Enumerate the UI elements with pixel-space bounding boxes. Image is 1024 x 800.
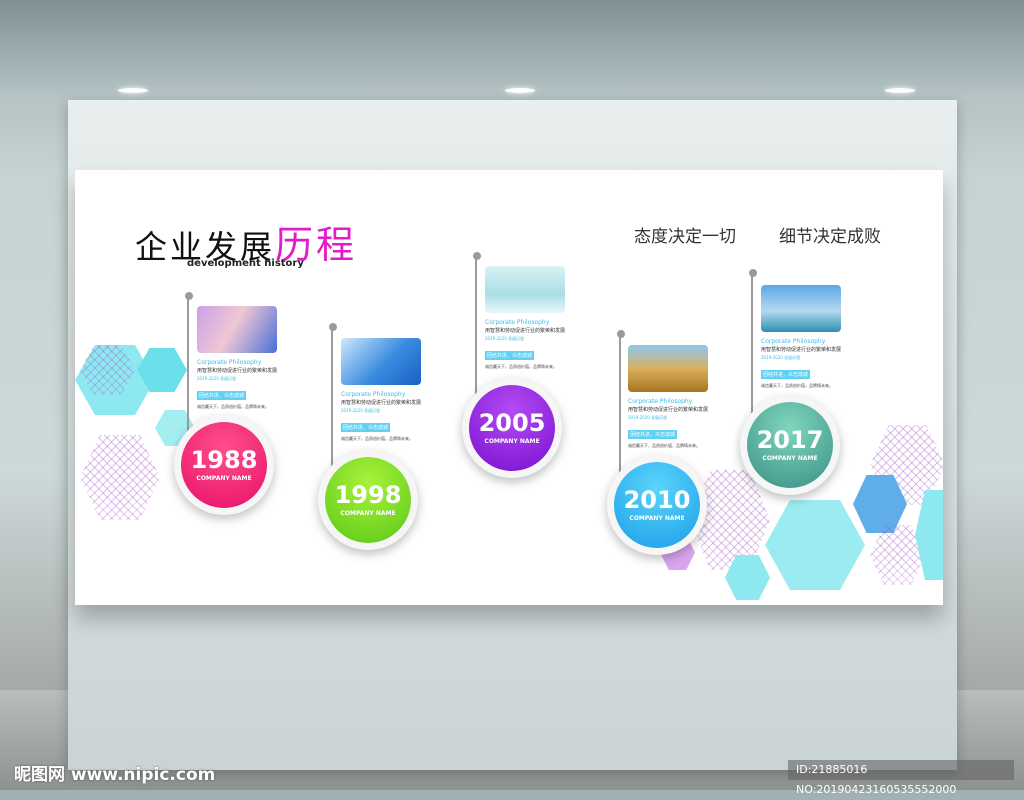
card-description: 诚信赢天下，品质创价值，品牌铸未来。 [197, 404, 269, 409]
milestone-card-1988: Corporate Philosophy 用智慧和劳动促进行业的繁荣和发展 20… [197, 306, 277, 410]
timeline-connector [619, 334, 621, 474]
ceiling-lamp [118, 88, 148, 93]
handshake-image [197, 306, 277, 353]
timeline-connector [187, 296, 189, 436]
card-heading: Corporate Philosophy [485, 319, 550, 326]
businessman-image [485, 266, 565, 313]
ceiling-lamp [505, 88, 535, 93]
timeline-connector [751, 273, 753, 413]
company-name: COMPANY NAME [484, 438, 540, 445]
card-badge: 团结共进，众志成城 [197, 391, 247, 400]
timeline-dot [749, 269, 757, 277]
timeline-connector [331, 327, 333, 467]
hexagon-decoration [80, 435, 160, 520]
watermark-id: ID:21885016 NO:20190423160535552000 [788, 760, 1014, 796]
slogan-attitude: 态度决定一切 [634, 227, 736, 247]
timeline-dot [329, 323, 337, 331]
year-label: 1988 [190, 446, 258, 474]
card-small-text: 2019-2020 发展历程 [197, 376, 237, 381]
page-subtitle: development history [187, 258, 304, 269]
timeline-dot [473, 252, 481, 260]
card-description: 诚信赢天下，品质创价值，品牌铸未来。 [485, 364, 557, 369]
milestone-card-2005: Corporate Philosophy 用智慧和劳动促进行业的繁荣和发展 20… [485, 266, 565, 370]
card-small-text: 2019-2020 发展历程 [761, 355, 801, 360]
card-text: 用智慧和劳动促进行业的繁荣和发展 [761, 347, 842, 353]
city-skyline-image [761, 285, 841, 332]
wheat-field-image [628, 345, 708, 392]
year-badge-1998: 1998 COMPANY NAME [318, 450, 418, 550]
card-small-text: 2019-2020 发展历程 [341, 408, 381, 413]
company-name: COMPANY NAME [340, 510, 396, 517]
year-label: 2010 [623, 486, 691, 514]
card-heading: Corporate Philosophy [628, 398, 693, 405]
company-name: COMPANY NAME [629, 515, 685, 522]
card-badge: 团结共进，众志成城 [761, 370, 811, 379]
year-badge-2010: 2010 COMPANY NAME [607, 455, 707, 555]
card-heading: Corporate Philosophy [341, 391, 406, 398]
card-text: 用智慧和劳动促进行业的繁荣和发展 [628, 407, 709, 413]
card-text: 用智慧和劳动促进行业的繁荣和发展 [485, 328, 566, 334]
hexagon-decoration [765, 500, 865, 590]
card-description: 诚信赢天下，品质创价值，品牌铸未来。 [341, 436, 413, 441]
timeline-dot [185, 292, 193, 300]
card-heading: Corporate Philosophy [197, 359, 262, 366]
card-heading: Corporate Philosophy [761, 338, 826, 345]
year-label: 2017 [756, 426, 824, 454]
slogan-details: 细节决定成败 [779, 227, 881, 247]
company-name: COMPANY NAME [196, 475, 252, 482]
year-badge-2005: 2005 COMPANY NAME [462, 378, 562, 478]
card-small-text: 2019-2020 发展历程 [485, 336, 525, 341]
year-badge-2017: 2017 COMPANY NAME [740, 395, 840, 495]
company-name: COMPANY NAME [762, 455, 818, 462]
timeline-board: 企业发展历程 development history 态度决定一切 细节决定成败… [75, 170, 943, 605]
ceiling-lamp [885, 88, 915, 93]
timeline-dot [617, 330, 625, 338]
skyscraper-image [341, 338, 421, 385]
milestone-card-1998: Corporate Philosophy 用智慧和劳动促进行业的繁荣和发展 20… [341, 338, 421, 442]
milestone-card-2010: Corporate Philosophy 用智慧和劳动促进行业的繁荣和发展 20… [628, 345, 708, 449]
card-description: 诚信赢天下，品质创价值，品牌铸未来。 [761, 383, 833, 388]
watermark-site: 昵图网 www.nipic.com [14, 765, 216, 785]
card-badge: 团结共进，众志成城 [485, 351, 535, 360]
card-badge: 团结共进，众志成城 [628, 430, 678, 439]
card-text: 用智慧和劳动促进行业的繁荣和发展 [197, 368, 278, 374]
year-badge-1988: 1988 COMPANY NAME [174, 415, 274, 515]
card-small-text: 2019-2020 发展历程 [628, 415, 668, 420]
card-description: 诚信赢天下，品质创价值，品牌铸未来。 [628, 443, 700, 448]
card-text: 用智慧和劳动促进行业的繁荣和发展 [341, 400, 422, 406]
year-label: 2005 [478, 409, 546, 437]
milestone-card-2017: Corporate Philosophy 用智慧和劳动促进行业的繁荣和发展 20… [761, 285, 841, 389]
ceiling [0, 0, 1024, 100]
timeline-connector [475, 256, 477, 396]
year-label: 1998 [334, 481, 402, 509]
card-badge: 团结共进，众志成城 [341, 423, 391, 432]
